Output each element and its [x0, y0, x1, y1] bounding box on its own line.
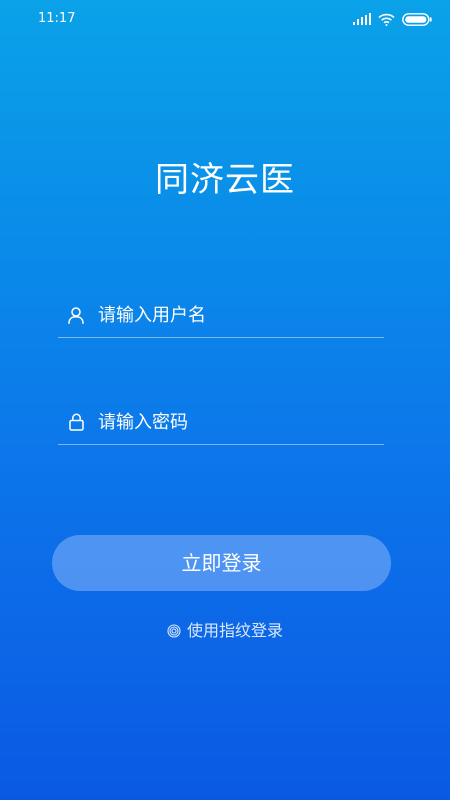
- username-input[interactable]: [98, 295, 384, 335]
- login-button[interactable]: 立即登录: [52, 535, 391, 591]
- fingerprint-icon: [167, 624, 181, 638]
- app-title: 同济云医: [155, 160, 295, 200]
- fingerprint-login-label: 使用指纹登录: [186, 621, 283, 640]
- login-screen: 11:17 同济云医 请输入用户名 立即登录 使用指纹登录: [0, 0, 450, 800]
- status-icons: [353, 11, 432, 27]
- status-bar: 11:17: [0, 0, 450, 38]
- wifi-icon: [378, 13, 395, 26]
- status-time: 11:17: [38, 11, 76, 26]
- lock-icon: [67, 413, 85, 431]
- battery-icon: [402, 12, 432, 26]
- username-field[interactable]: [58, 293, 384, 338]
- signal-icon: [353, 13, 371, 25]
- password-field[interactable]: [58, 400, 384, 445]
- user-icon: [67, 306, 85, 324]
- password-input[interactable]: [98, 402, 384, 442]
- fingerprint-login-link[interactable]: 使用指纹登录: [0, 620, 450, 642]
